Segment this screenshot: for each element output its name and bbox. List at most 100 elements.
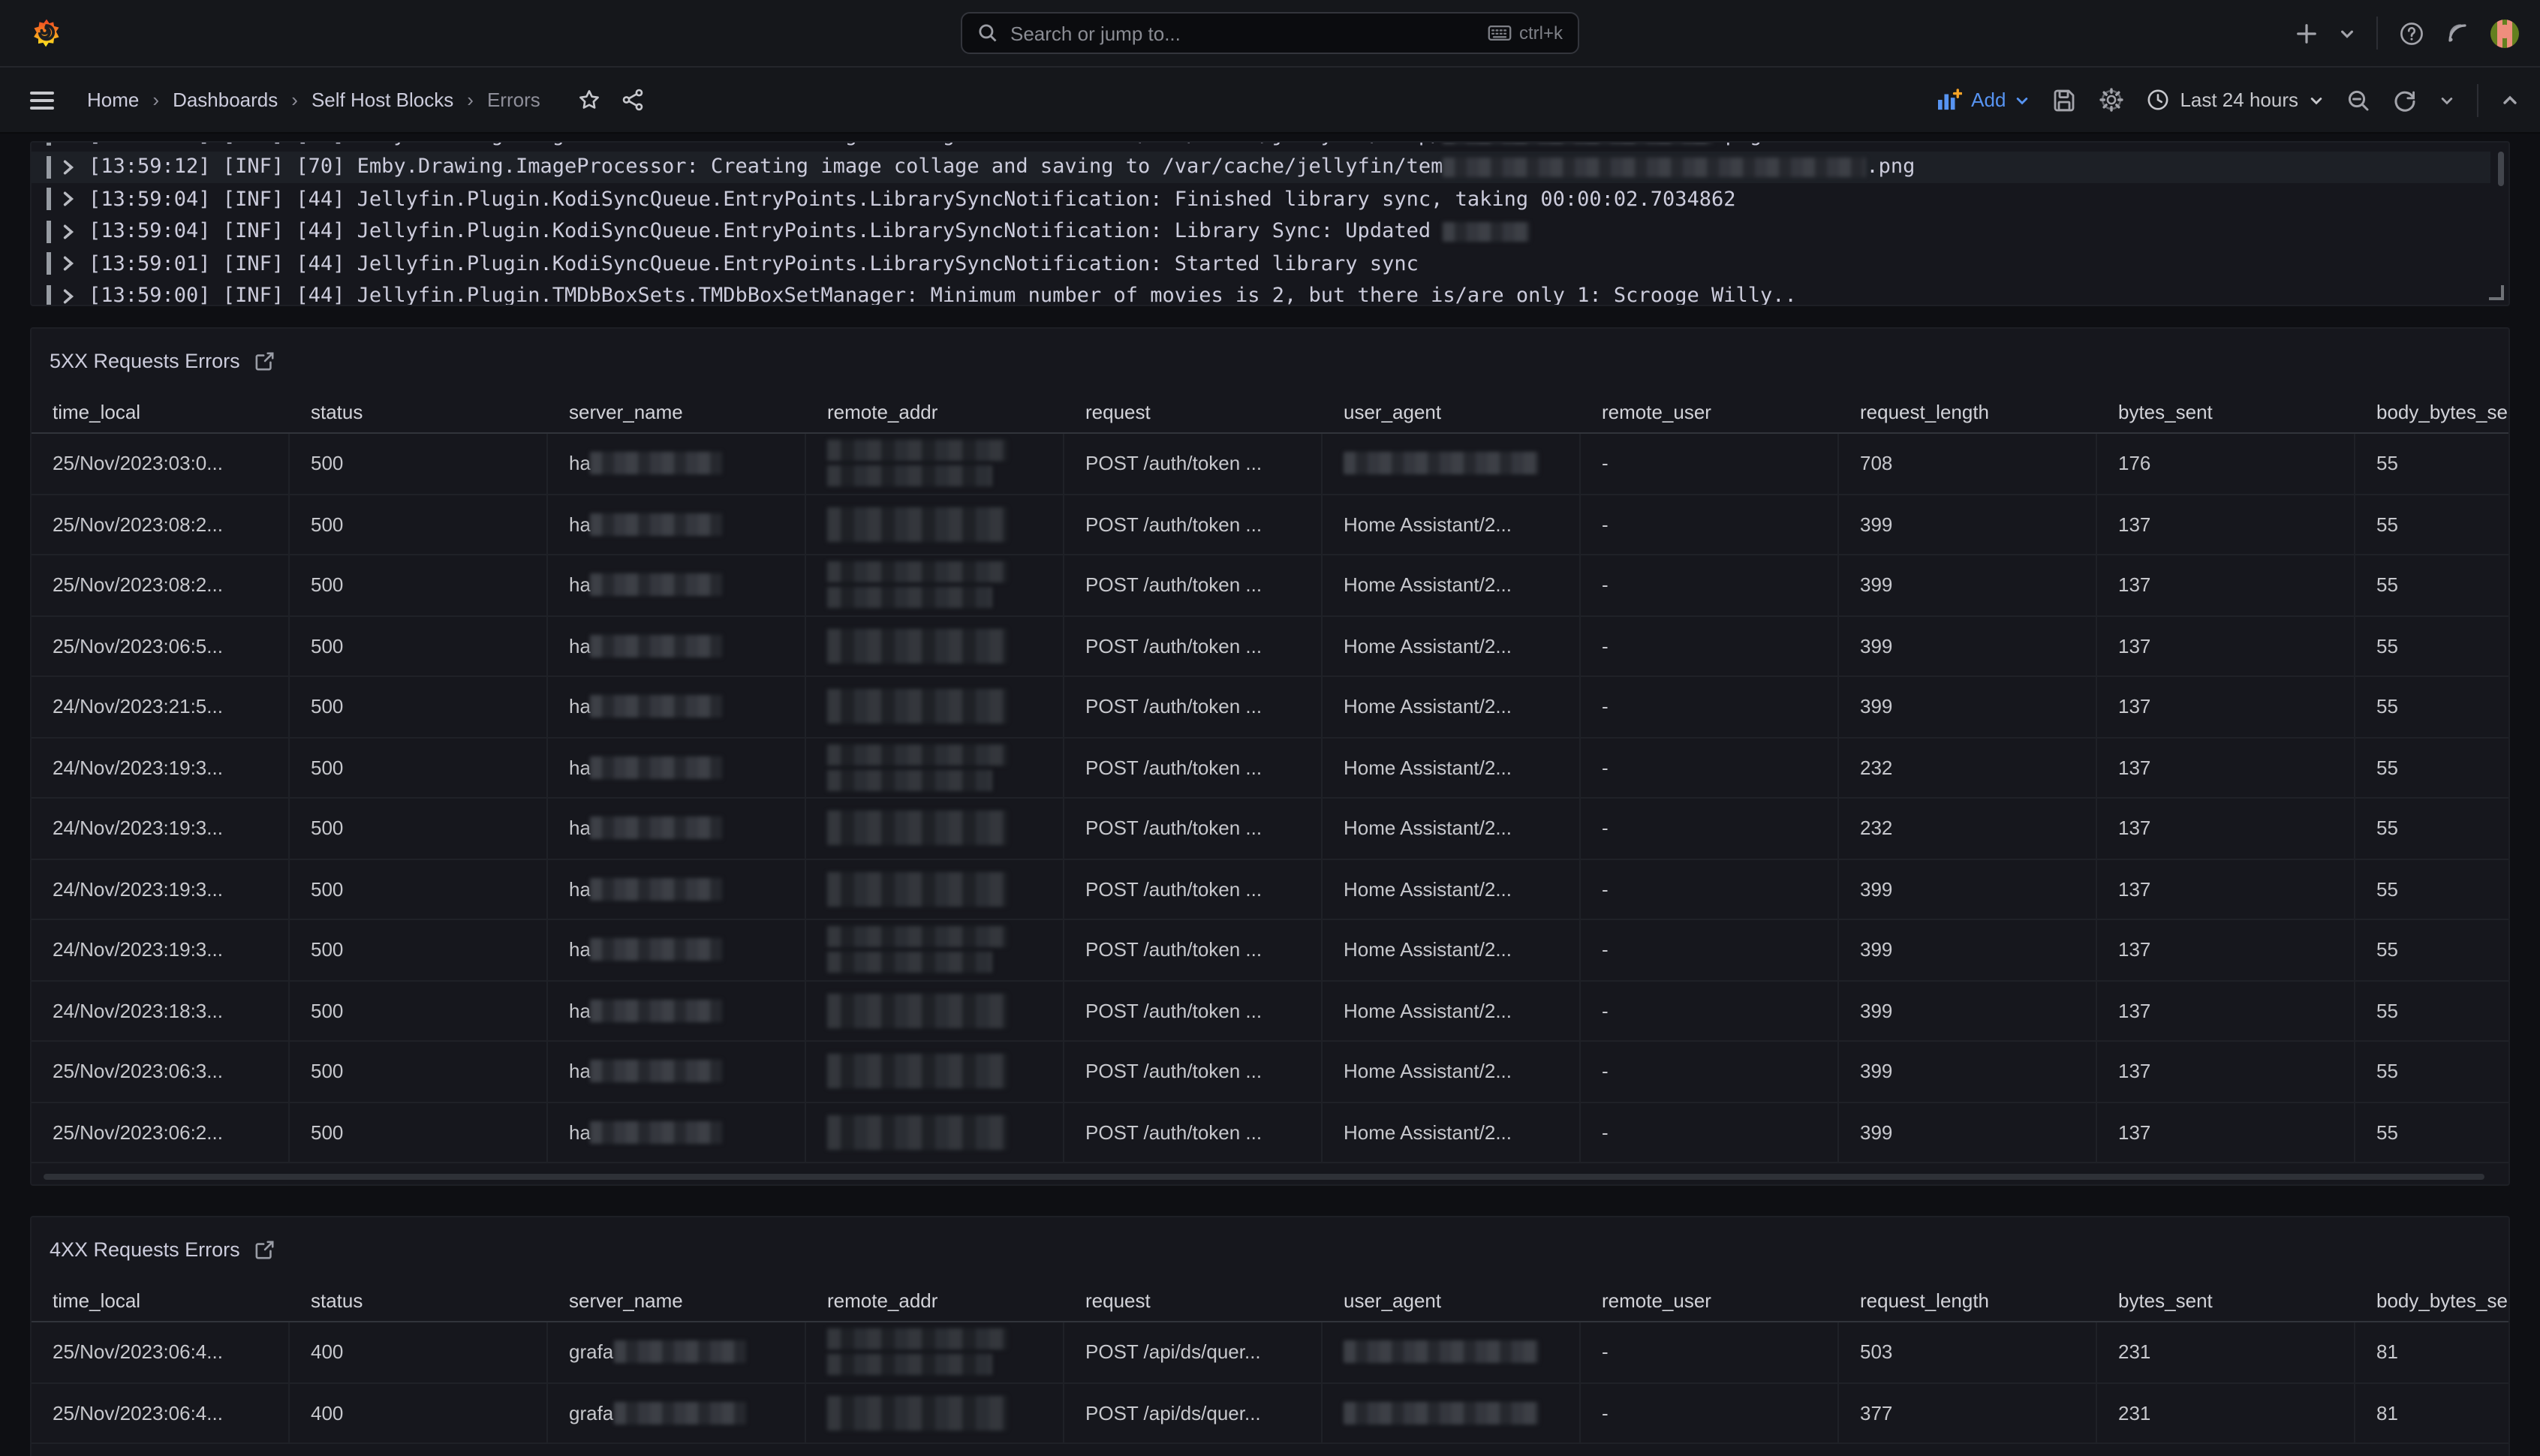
column-header-request_length[interactable]: request_length bbox=[1839, 390, 2097, 434]
panel-header[interactable]: 4XX Requests Errors bbox=[32, 1217, 2508, 1268]
log-line[interactable]: [13:59:00] [INF] [44] Jellyfin.Plugin.TM… bbox=[32, 280, 2490, 306]
cell-request-length: 232 bbox=[1839, 738, 2097, 799]
cell-status: 500 bbox=[290, 1042, 548, 1103]
new-chevron-down-icon[interactable] bbox=[2339, 25, 2355, 41]
log-expand-chevron-icon[interactable] bbox=[62, 288, 75, 305]
external-link-icon[interactable] bbox=[255, 351, 275, 371]
column-header-user_agent[interactable]: user_agent bbox=[1323, 390, 1581, 434]
breadcrumb-chevron-icon: › bbox=[291, 89, 298, 111]
favorite-star-icon[interactable] bbox=[578, 89, 600, 111]
cell-bytes-sent: 137 bbox=[2097, 1042, 2355, 1103]
cell-request-length: 399 bbox=[1839, 495, 2097, 555]
breadcrumb-dashboards[interactable]: Dashboards bbox=[173, 89, 278, 111]
cell-remote-user: - bbox=[1581, 738, 1839, 799]
column-header-user_agent[interactable]: user_agent bbox=[1323, 1279, 1581, 1322]
cell-request-length: 377 bbox=[1839, 1383, 2097, 1444]
redacted-blur bbox=[827, 441, 1007, 462]
cell-status: 500 bbox=[290, 981, 548, 1042]
log-message: [13:59:13] [INF] [70] Emby.Drawing.Image… bbox=[89, 141, 1762, 147]
log-line[interactable]: [13:59:12] [INF] [70] Emby.Drawing.Image… bbox=[32, 151, 2490, 183]
log-line[interactable]: [13:59:13] [INF] [70] Emby.Drawing.Image… bbox=[32, 141, 2490, 151]
search-input[interactable]: Search or jump to... ctrl+k bbox=[961, 12, 1579, 54]
cell-user-agent: Home Assistant/2... bbox=[1323, 677, 1581, 738]
cell-time-local: 24/Nov/2023:19:3... bbox=[32, 738, 290, 799]
cell-request: POST /auth/token ... bbox=[1064, 1042, 1323, 1103]
cell-status: 500 bbox=[290, 1103, 548, 1163]
table-horizontal-scrollbar[interactable] bbox=[44, 1174, 2484, 1180]
share-icon[interactable] bbox=[621, 89, 644, 111]
top-bar: Search or jump to... ctrl+k bbox=[0, 0, 2540, 68]
cell-body-bytes-sent: 55 bbox=[2355, 981, 2510, 1042]
search-placeholder: Search or jump to... bbox=[1010, 22, 1488, 44]
panel-header[interactable]: 5XX Requests Errors bbox=[32, 329, 2508, 380]
cell-server-name: ha bbox=[548, 1103, 806, 1163]
dashboard-settings-gear-icon[interactable] bbox=[2099, 87, 2124, 113]
column-header-remote_user[interactable]: remote_user bbox=[1581, 1279, 1839, 1322]
column-header-status[interactable]: status bbox=[290, 1279, 548, 1322]
menu-hamburger-icon[interactable] bbox=[30, 89, 54, 110]
column-header-remote_addr[interactable]: remote_addr bbox=[806, 1279, 1064, 1322]
breadcrumb-dashboard-name[interactable]: Self Host Blocks bbox=[311, 89, 453, 111]
refresh-interval-chevron-down-icon[interactable] bbox=[2439, 92, 2454, 107]
log-line[interactable]: [13:59:04] [INF] [44] Jellyfin.Plugin.Ko… bbox=[32, 183, 2490, 215]
log-line[interactable]: [13:59:01] [INF] [44] Jellyfin.Plugin.Ko… bbox=[32, 248, 2490, 280]
external-link-icon[interactable] bbox=[255, 1240, 275, 1259]
log-expand-chevron-icon[interactable] bbox=[62, 224, 75, 240]
log-message: [13:59:04] [INF] [44] Jellyfin.Plugin.Ko… bbox=[89, 220, 1530, 244]
zoom-out-time-button[interactable] bbox=[2346, 88, 2370, 112]
cell-remote-addr bbox=[806, 1103, 1064, 1163]
collapse-toolbar-chevron-up-icon[interactable] bbox=[2501, 91, 2519, 109]
cell-user-agent bbox=[1323, 1383, 1581, 1444]
cell-body-bytes-sent: 81 bbox=[2355, 1322, 2510, 1383]
cell-status: 500 bbox=[290, 434, 548, 495]
column-header-time_local[interactable]: time_local bbox=[32, 390, 290, 434]
add-panel-icon bbox=[1937, 89, 1962, 111]
column-header-bytes_sent[interactable]: bytes_sent bbox=[2097, 1279, 2355, 1322]
cell-body-bytes-sent: 81 bbox=[2355, 1383, 2510, 1444]
log-expand-chevron-icon[interactable] bbox=[62, 191, 75, 208]
column-header-body_bytes_sent[interactable]: body_bytes_sent bbox=[2355, 1279, 2510, 1322]
search-shortcut: ctrl+k bbox=[1488, 23, 1563, 44]
cell-remote-addr bbox=[806, 1383, 1064, 1444]
panel-resize-handle[interactable] bbox=[2489, 285, 2504, 300]
cell-body-bytes-sent: 55 bbox=[2355, 1042, 2510, 1103]
panel-title: 4XX Requests Errors bbox=[50, 1238, 240, 1261]
save-dashboard-button[interactable] bbox=[2052, 88, 2076, 112]
column-header-remote_addr[interactable]: remote_addr bbox=[806, 390, 1064, 434]
column-header-body_bytes_sent[interactable]: body_bytes_sent bbox=[2355, 390, 2510, 434]
refresh-button[interactable] bbox=[2393, 88, 2417, 112]
column-header-server_name[interactable]: server_name bbox=[548, 1279, 806, 1322]
log-expand-chevron-icon[interactable] bbox=[62, 256, 75, 272]
breadcrumb-home[interactable]: Home bbox=[87, 89, 139, 111]
log-line[interactable]: [13:59:04] [INF] [44] Jellyfin.Plugin.Ko… bbox=[32, 215, 2490, 248]
column-header-time_local[interactable]: time_local bbox=[32, 1279, 290, 1322]
grafana-logo-icon[interactable] bbox=[30, 17, 63, 50]
panel-4xx-requests-errors: 4XX Requests Errors time_localstatusserv… bbox=[30, 1216, 2510, 1456]
column-header-bytes_sent[interactable]: bytes_sent bbox=[2097, 390, 2355, 434]
column-header-request[interactable]: request bbox=[1064, 390, 1323, 434]
column-header-server_name[interactable]: server_name bbox=[548, 390, 806, 434]
cell-request-length: 399 bbox=[1839, 981, 2097, 1042]
top-actions bbox=[2295, 0, 2519, 66]
column-header-remote_user[interactable]: remote_user bbox=[1581, 390, 1839, 434]
cell-remote-user: - bbox=[1581, 1042, 1839, 1103]
cell-remote-user: - bbox=[1581, 616, 1839, 677]
cell-remote-addr bbox=[806, 738, 1064, 799]
log-expand-chevron-icon[interactable] bbox=[62, 141, 75, 143]
logs-vertical-scrollbar[interactable] bbox=[2498, 152, 2504, 186]
column-header-request_length[interactable]: request_length bbox=[1839, 1279, 2097, 1322]
user-avatar[interactable] bbox=[2490, 19, 2519, 47]
time-range-picker[interactable]: Last 24 hours bbox=[2147, 89, 2324, 111]
news-rss-icon[interactable] bbox=[2445, 21, 2469, 45]
log-lines-container: [13:59:13] [INF] [70] Emby.Drawing.Image… bbox=[32, 141, 2490, 306]
column-header-request[interactable]: request bbox=[1064, 1279, 1323, 1322]
log-expand-chevron-icon[interactable] bbox=[62, 159, 75, 176]
help-icon[interactable] bbox=[2399, 20, 2424, 46]
column-header-status[interactable]: status bbox=[290, 390, 548, 434]
time-range-label: Last 24 hours bbox=[2180, 89, 2298, 111]
add-panel-button[interactable]: Add bbox=[1937, 89, 2030, 111]
new-plus-button[interactable] bbox=[2295, 22, 2318, 44]
cell-remote-addr bbox=[806, 434, 1064, 495]
cell-user-agent: Home Assistant/2... bbox=[1323, 920, 1581, 981]
cell-user-agent: Home Assistant/2... bbox=[1323, 495, 1581, 555]
